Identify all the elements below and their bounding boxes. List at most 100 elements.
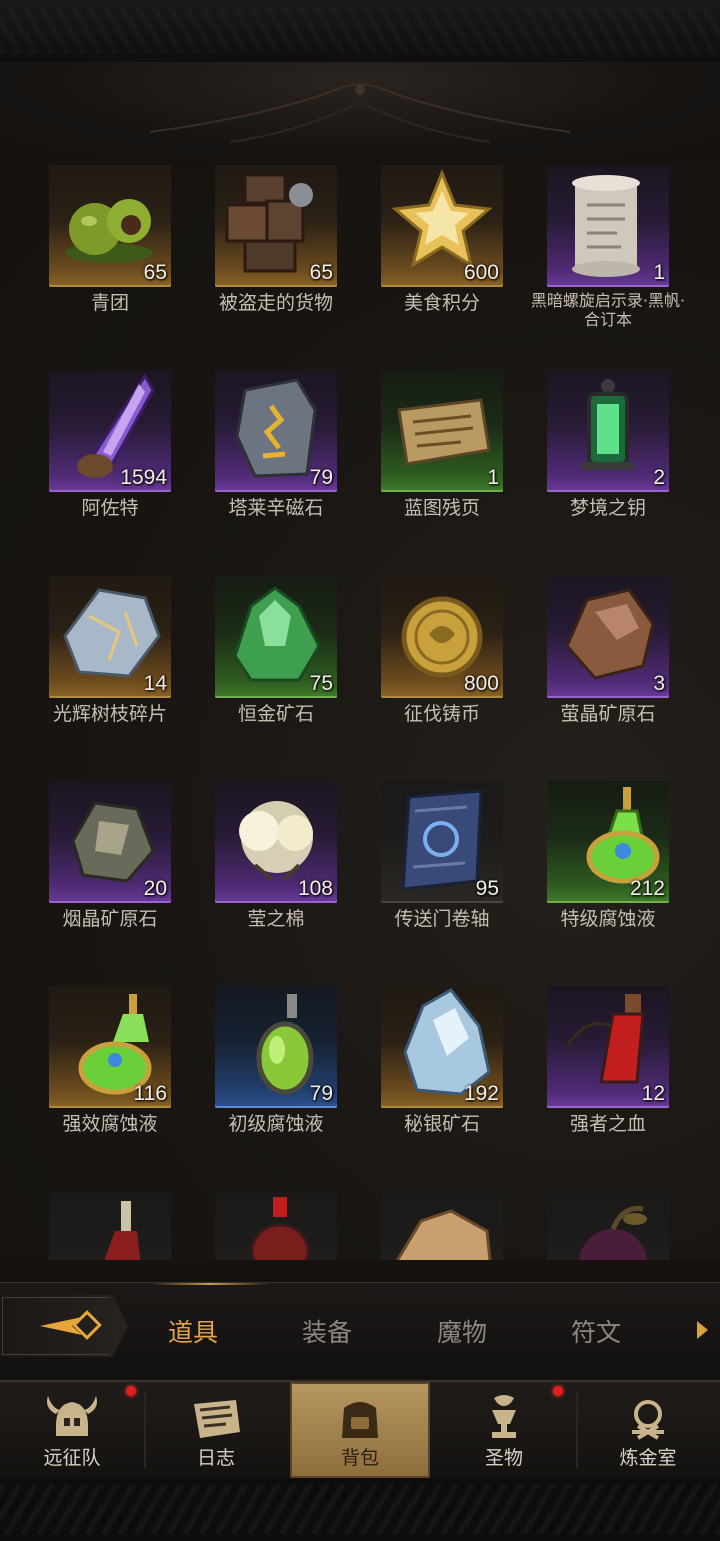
tab-equipment[interactable]: 装备 [302,1313,352,1349]
journal-icon [194,1400,240,1438]
footer-bar [0,1478,720,1541]
tab-monsters[interactable]: 魔物 [437,1313,487,1349]
scroll-icon [572,175,640,277]
item-count: 14 [143,672,167,695]
item-name: 梦境之钥 [569,497,646,519]
nav-expedition[interactable]: 远征队 [2,1382,142,1478]
nav-alchemy-label: 炼金室 [619,1447,677,1469]
ornament-icon [149,83,571,143]
inventory-item[interactable]: 12 强者之血 [547,986,713,1186]
inventory-item[interactable]: 116 强效腐蚀液 [49,986,215,1186]
tabs-next-arrow-icon[interactable] [697,1321,708,1339]
nav-journal-label: 日志 [196,1447,235,1469]
inventory-item[interactable]: 65 青团 [49,165,215,365]
brown-ore-icon [565,588,655,680]
item-name: 阿佐特 [81,497,139,519]
inventory-item[interactable]: 600 美食积分 [381,165,547,365]
inventory-item[interactable]: 2 梦境之钥 [547,370,713,570]
nav-expedition-label: 远征队 [43,1447,101,1469]
item-tile[interactable]: 1 [381,370,503,492]
inventory-item[interactable]: 14 光辉树枝碎片 [49,576,215,776]
item-tile[interactable]: 600 [381,165,503,287]
inventory-item[interactable]: 3 萤晶矿原石 [547,576,713,776]
item-name: 青团 [90,292,129,314]
item-tile[interactable] [215,1191,337,1260]
item-name: 塔莱辛磁石 [228,497,324,519]
item-tile[interactable]: 192 [381,986,503,1108]
item-tile[interactable]: 79 [215,986,337,1108]
item-name: 强效腐蚀液 [62,1113,158,1135]
item-name: 传送门卷轴 [394,908,490,930]
inventory-item[interactable]: 79 塔莱辛磁石 [215,370,381,570]
item-tile[interactable]: 20 [49,781,171,903]
item-count: 20 [143,877,167,900]
inventory-item[interactable] [381,1191,547,1260]
item-tile[interactable] [49,1191,171,1260]
item-tile[interactable] [381,1191,503,1260]
inventory-item[interactable]: 1594 阿佐特 [49,370,215,570]
item-name: 蓝图残页 [403,497,480,519]
item-tile[interactable]: 116 [49,986,171,1108]
tab-runes[interactable]: 符文 [571,1313,621,1349]
item-count: 12 [641,1082,665,1105]
item-name: 烟晶矿原石 [62,908,158,930]
nav-relic[interactable]: 圣物 [434,1382,574,1478]
inventory-item[interactable] [547,1191,713,1260]
inventory-item[interactable]: 108 莹之棉 [215,781,381,981]
item-count: 600 [463,261,499,284]
item-name: 被盗走的货物 [218,292,333,314]
nav-backpack-label: 背包 [340,1447,379,1469]
inventory-item[interactable]: 212 特级腐蚀液 [547,781,713,981]
item-tile[interactable]: 95 [381,781,503,903]
item-tile[interactable]: 800 [381,576,503,698]
item-count: 95 [475,877,499,900]
nav-journal[interactable]: 日志 [146,1382,286,1478]
inventory-item[interactable]: 1 蓝图残页 [381,370,547,570]
inventory-item[interactable]: 95 传送门卷轴 [381,781,547,981]
relic-notification-dot [553,1386,563,1396]
back-button[interactable] [0,1295,128,1357]
item-count: 1594 [120,466,167,489]
item-tile[interactable]: 1594 [49,370,171,492]
header-ornament [0,62,720,157]
item-count: 800 [463,672,499,695]
item-tile[interactable]: 1 [547,165,669,287]
item-tile[interactable]: 79 [215,370,337,492]
item-tile[interactable]: 108 [215,781,337,903]
item-tile[interactable]: 12 [547,986,669,1108]
inventory-item[interactable]: 79 初级腐蚀液 [215,986,381,1186]
item-tile[interactable]: 3 [547,576,669,698]
category-tabs: 道具 装备 魔物 符文 [0,1282,720,1379]
tab-items[interactable]: 道具 [168,1313,218,1349]
inventory-item[interactable]: 1 黑暗螺旋启示录·黑帆·合订本 [531,165,713,365]
relic-chalice-icon [492,1395,516,1438]
bottom-nav: 远征队 日志 背包 圣物 炼金室 [0,1380,720,1478]
item-count: 75 [309,672,333,695]
inventory-item[interactable]: 65 被盗走的货物 [215,165,381,365]
item-tile[interactable]: 75 [215,576,337,698]
item-tile[interactable]: 65 [49,165,171,287]
item-count: 212 [629,877,665,900]
item-count: 2 [653,466,665,489]
inventory-item[interactable]: 192 秘银矿石 [381,986,547,1186]
item-name: 恒金矿石 [237,703,314,725]
nav-backpack[interactable]: 背包 [290,1382,430,1478]
inventory-item[interactable]: 20 烟晶矿原石 [49,781,215,981]
item-tile[interactable]: 65 [215,165,337,287]
item-count: 116 [133,1082,167,1105]
item-count: 65 [143,261,167,284]
nav-alchemy[interactable]: 炼金室 [578,1382,718,1478]
tabs-top-highlight [150,1283,270,1285]
item-tile[interactable]: 14 [49,576,171,698]
item-tile[interactable]: 2 [547,370,669,492]
green-lantern-icon [581,379,635,470]
item-tile[interactable]: 212 [547,781,669,903]
item-count: 1 [653,261,665,284]
alchemy-icon [632,1400,664,1440]
expedition-notification-dot [126,1386,136,1396]
inventory-item[interactable] [49,1191,215,1260]
inventory-item[interactable]: 75 恒金矿石 [215,576,381,776]
inventory-item[interactable] [215,1191,381,1260]
inventory-item[interactable]: 800 征伐铸币 [381,576,547,776]
item-tile[interactable] [547,1191,669,1260]
